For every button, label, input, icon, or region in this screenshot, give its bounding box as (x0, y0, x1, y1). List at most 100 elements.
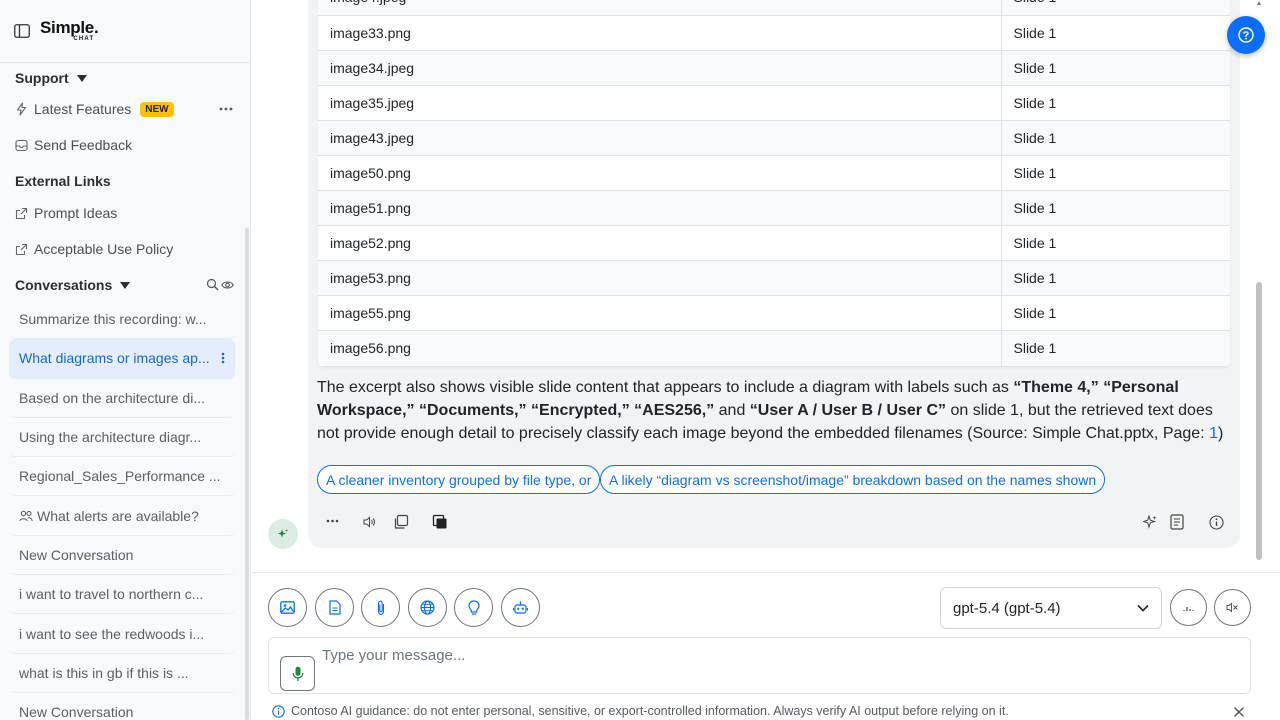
image-inventory-table: image4.jpegSlide 1 image33.pngSlide 1 im… (318, 0, 1230, 367)
conversation-title: What alerts are available? (37, 507, 199, 524)
para-bold: “AES256,” (634, 402, 715, 419)
conversation-title: New Conversation (19, 704, 134, 720)
filename-cell: image33.png (318, 15, 1002, 51)
slide-cell: Slide 1 (1001, 190, 1230, 227)
voice-waveform-button[interactable] (1170, 589, 1207, 626)
conversation-item-active[interactable]: What diagrams or images ap... (9, 339, 235, 379)
logo-main-text: Simple. (40, 18, 99, 37)
acceptable-use-link[interactable]: Acceptable Use Policy (15, 241, 173, 257)
globe-icon (420, 600, 435, 615)
table-row: image55.png Slide 1 (318, 295, 1230, 332)
speaker-icon[interactable] (363, 516, 376, 528)
conversation-item[interactable]: i want to travel to northern c... (9, 575, 235, 615)
robot-icon (513, 600, 528, 615)
attach-file-button[interactable] (361, 588, 400, 627)
filename-cell: image53.png (318, 260, 1002, 297)
slide-cell: Slide 1 (1001, 0, 1230, 16)
more-options-icon[interactable] (219, 106, 233, 112)
sidebar-scrollbar[interactable] (245, 228, 249, 720)
table-row: image35.jpeg Slide 1 (318, 85, 1230, 121)
model-select[interactable]: gpt-5.4 (gpt-5.4) (940, 587, 1162, 629)
citation-link[interactable]: 1 (1209, 425, 1218, 442)
filename-cell: image35.jpeg (318, 85, 1002, 121)
latest-features-link[interactable]: Latest Features NEW (15, 101, 174, 117)
conversations-section-toggle[interactable]: Conversations (15, 277, 131, 293)
app-logo[interactable]: Simple. CHAT (40, 18, 99, 43)
conversation-item[interactable]: Based on the architecture di... (9, 379, 235, 418)
table-row: image43.jpeg Slide 1 (318, 120, 1230, 156)
table-row: image56.png Slide 1 (318, 330, 1230, 367)
slide-cell: Slide 1 (1001, 85, 1230, 121)
scroll-up-arrow-icon[interactable] (1257, 0, 1261, 10)
microphone-icon (292, 666, 304, 682)
prompt-ideas-button[interactable] (454, 588, 493, 627)
conversation-item[interactable]: New Conversation (9, 693, 235, 720)
conversation-title: Regional_Sales_Performance ... (19, 468, 221, 485)
speaker-muted-icon (1226, 602, 1239, 613)
filename-cell: image43.jpeg (318, 120, 1002, 156)
send-feedback-label: Send Feedback (34, 137, 133, 153)
agent-button[interactable] (501, 588, 540, 627)
kebab-menu-icon[interactable] (221, 352, 225, 364)
conversation-item[interactable]: Summarize this recording: w... (9, 300, 235, 340)
para-bold: “User A / User B / User C” (749, 402, 947, 419)
conversation-title: What diagrams or images ap... (19, 350, 210, 367)
group-users-icon (19, 510, 33, 522)
info-icon[interactable] (1209, 515, 1224, 530)
para-bold: “Theme 4,” (1013, 379, 1099, 396)
conversation-item[interactable]: Regional_Sales_Performance ... (9, 457, 235, 497)
slide-cell: Slide 1 (1001, 50, 1230, 86)
feedback-icon (15, 139, 28, 152)
search-icon[interactable] (206, 278, 219, 291)
close-icon[interactable] (1233, 706, 1245, 718)
para-text: The excerpt also shows visible slide con… (317, 379, 1014, 396)
slide-cell: Slide 1 (1001, 120, 1230, 156)
message-input[interactable] (322, 647, 1222, 664)
table-row: image33.png Slide 1 (318, 15, 1230, 51)
document-button[interactable] (315, 588, 354, 627)
lightning-icon (15, 102, 28, 116)
help-button[interactable] (1227, 16, 1265, 54)
conversation-item[interactable]: what is this in gb if this is ... (9, 654, 235, 693)
slide-cell: Slide 1 (1001, 155, 1230, 192)
notes-icon[interactable] (1170, 514, 1184, 530)
table-row: image52.png Slide 1 (318, 225, 1230, 262)
sidebar-toggle-icon[interactable] (14, 24, 30, 38)
filename-cell: image34.jpeg (318, 50, 1002, 86)
conversation-item[interactable]: What alerts are available? (9, 496, 235, 536)
external-links-heading: External Links (15, 173, 111, 189)
conversation-item[interactable]: New Conversation (9, 536, 235, 576)
microphone-button[interactable] (280, 656, 315, 691)
suggestion-chip[interactable]: A cleaner inventory grouped by file type… (317, 465, 601, 494)
message-composer (268, 637, 1251, 694)
lightbulb-icon (467, 599, 480, 616)
conversation-title: Using the architecture diagr... (19, 429, 202, 446)
conversation-item[interactable]: Using the architecture diagr... (9, 418, 235, 458)
para-text: ) (1217, 425, 1224, 442)
notice-text: Contoso AI guidance: do not enter person… (291, 704, 1009, 718)
conversation-title: what is this in gb if this is ... (19, 664, 189, 681)
ai-guidance-notice: Contoso AI guidance: do not enter person… (272, 704, 1009, 718)
more-actions-icon[interactable] (326, 519, 339, 523)
filename-cell: image4.jpeg (318, 0, 1002, 16)
image-upload-button[interactable] (268, 588, 307, 627)
suggestion-chip[interactable]: A likely “diagram vs screenshot/image” b… (600, 465, 1106, 494)
conversations-heading: Conversations (15, 277, 113, 293)
external-link-icon (15, 207, 28, 220)
waveform-icon (1182, 603, 1196, 613)
web-search-button[interactable] (408, 588, 447, 627)
prompt-ideas-label: Prompt Ideas (34, 205, 118, 221)
prompt-ideas-link[interactable]: Prompt Ideas (15, 205, 117, 221)
conversation-item[interactable]: i want to see the redwoods i... (9, 614, 235, 654)
slide-cell: Slide 1 (1001, 15, 1230, 51)
table-row: image4.jpegSlide 1 (318, 0, 1230, 16)
mute-button[interactable] (1214, 589, 1251, 626)
send-feedback-link[interactable]: Send Feedback (15, 137, 132, 153)
chat-scrollbar[interactable] (1256, 282, 1262, 560)
copy-formatted-icon[interactable] (432, 514, 448, 530)
support-section-toggle[interactable]: Support (15, 70, 87, 86)
sparkle-icon[interactable] (1143, 515, 1157, 529)
conversation-title: Based on the architecture di... (19, 389, 205, 406)
copy-icon[interactable] (393, 514, 409, 530)
eye-icon[interactable] (221, 280, 234, 290)
